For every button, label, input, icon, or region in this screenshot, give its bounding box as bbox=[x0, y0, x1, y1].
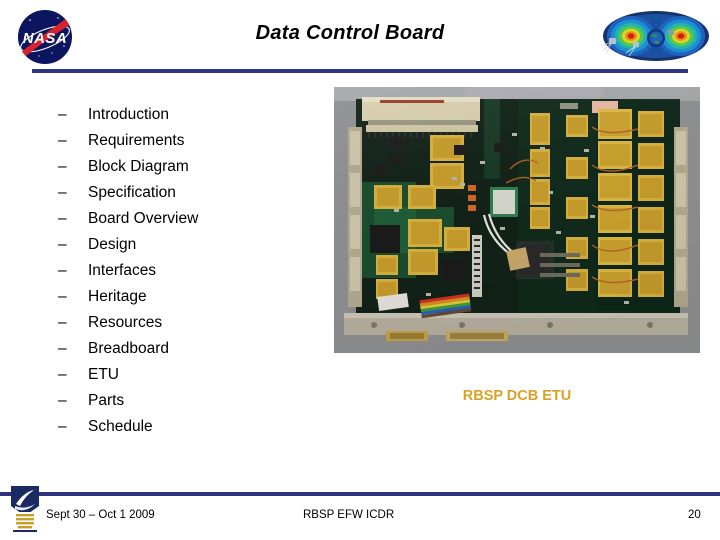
list-item[interactable]: – Breadboard bbox=[58, 340, 328, 366]
list-item-label: Schedule bbox=[88, 418, 153, 435]
footer-divider bbox=[0, 492, 720, 496]
list-item[interactable]: – Board Overview bbox=[58, 210, 328, 236]
list-item-label: Interfaces bbox=[88, 262, 157, 279]
bullet-dash-icon: – bbox=[58, 392, 67, 409]
nasa-logo-icon: NASA bbox=[14, 6, 90, 68]
bullet-dash-icon: – bbox=[58, 106, 67, 123]
presentation-slide: NASA Data Control Board – Introduction –… bbox=[0, 0, 720, 540]
list-item-label: Parts bbox=[88, 392, 125, 409]
list-item[interactable]: – Specification bbox=[58, 184, 328, 210]
bullet-dash-icon: – bbox=[58, 184, 67, 201]
bullet-dash-icon: – bbox=[58, 314, 67, 331]
bullet-dash-icon: – bbox=[58, 210, 67, 227]
bullet-dash-icon: – bbox=[58, 236, 67, 253]
list-item-label: Specification bbox=[88, 184, 176, 201]
footer-date: Sept 30 – Oct 1 2009 bbox=[46, 509, 155, 521]
list-item[interactable]: – Parts bbox=[58, 392, 328, 418]
page-title: Data Control Board bbox=[255, 22, 445, 44]
list-item-label: Resources bbox=[88, 314, 163, 331]
list-item-label: Board Overview bbox=[88, 210, 199, 227]
footer-event-name: RBSP EFW ICDR bbox=[303, 509, 395, 521]
list-item-label: Requirements bbox=[88, 132, 185, 149]
bullet-dash-icon: – bbox=[58, 340, 67, 357]
circuit-board-photo bbox=[334, 87, 700, 353]
list-item[interactable]: – Heritage bbox=[58, 288, 328, 314]
list-item[interactable]: – Requirements bbox=[58, 132, 328, 158]
ssl-berkeley-logo-icon bbox=[8, 484, 42, 534]
list-item[interactable]: – Introduction bbox=[58, 106, 328, 132]
list-item-label: Introduction bbox=[88, 106, 169, 123]
footer-page-number: 20 bbox=[688, 509, 701, 521]
list-item-label: Breadboard bbox=[88, 340, 170, 357]
list-item[interactable]: – Resources bbox=[58, 314, 328, 340]
rbsp-radiation-belt-logo-icon bbox=[600, 6, 712, 66]
outline-list: – Introduction – Requirements – Block Di… bbox=[58, 106, 328, 444]
list-item[interactable]: – ETU bbox=[58, 366, 328, 392]
list-item-label: ETU bbox=[88, 366, 119, 383]
bullet-dash-icon: – bbox=[58, 418, 67, 435]
list-item[interactable]: – Block Diagram bbox=[58, 158, 328, 184]
bullet-dash-icon: – bbox=[58, 288, 67, 305]
svg-text:NASA: NASA bbox=[23, 30, 68, 47]
header-divider bbox=[32, 69, 688, 73]
list-item-label: Block Diagram bbox=[88, 158, 189, 175]
bullet-dash-icon: – bbox=[58, 366, 67, 383]
list-item-label: Heritage bbox=[88, 288, 147, 305]
bullet-dash-icon: – bbox=[58, 262, 67, 279]
bullet-dash-icon: – bbox=[58, 132, 67, 149]
photo-caption: RBSP DCB ETU bbox=[462, 388, 572, 404]
list-item[interactable]: – Schedule bbox=[58, 418, 328, 444]
list-item[interactable]: – Design bbox=[58, 236, 328, 262]
list-item-label: Design bbox=[88, 236, 137, 253]
list-item[interactable]: – Interfaces bbox=[58, 262, 328, 288]
bullet-dash-icon: – bbox=[58, 158, 67, 175]
